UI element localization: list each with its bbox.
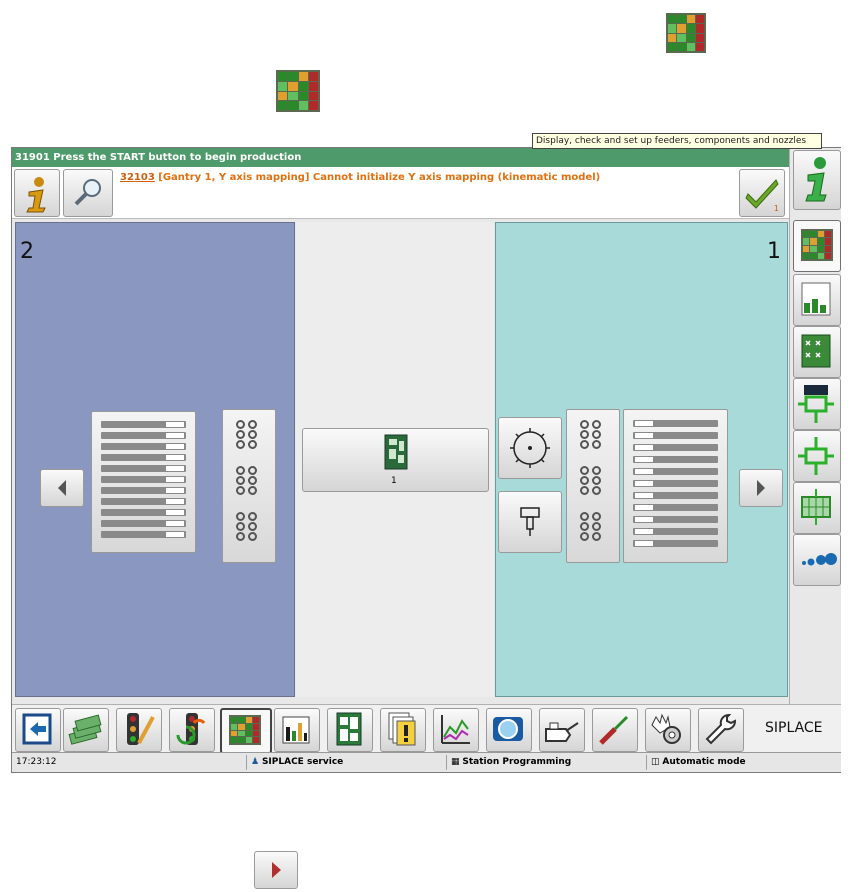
wrench-icon (705, 714, 736, 745)
scroll-left-button[interactable] (40, 469, 84, 507)
ack-count: 1 (773, 204, 779, 213)
sidebar-component-check-button[interactable] (793, 326, 841, 378)
statistics-button[interactable] (274, 708, 320, 752)
feeder-grid-icon-doc-top (666, 13, 706, 53)
sidebar-dots-button[interactable] (793, 534, 841, 586)
sidebar-info-button[interactable] (793, 150, 841, 210)
soldering-tool-icon (599, 715, 629, 745)
traffic-light-cycle-button[interactable] (169, 708, 215, 752)
trend-chart-icon (441, 715, 470, 744)
arrow-right-doc-icon (254, 851, 298, 889)
bar-stats-icon (282, 716, 310, 744)
tooltip: Display, check and set up feeders, compo… (532, 133, 822, 149)
scroll-right-button[interactable] (739, 469, 783, 507)
clock-time: 17:23:12 (16, 757, 57, 767)
component-place-icon (798, 385, 834, 423)
feeder-grid-icon (801, 229, 833, 261)
arrow-left-icon (58, 480, 66, 496)
circuit-board-icon (384, 434, 408, 470)
info-icon (26, 177, 46, 213)
message-code-link[interactable]: 32103 (120, 172, 155, 183)
panel-number: 2 (20, 239, 34, 264)
board-view-button[interactable] (327, 708, 373, 752)
sidebar-component-place-button[interactable] (793, 378, 841, 430)
mode-icon: ◫ (651, 757, 660, 767)
dots-icon (802, 553, 837, 566)
camera-button[interactable] (486, 708, 532, 752)
revolver-head-icon (510, 428, 550, 468)
feeder-table-right[interactable] (623, 409, 728, 563)
oil-can-button[interactable] (539, 708, 585, 752)
footer-status-bar: 17:23:12 ♟ SIPLACE service ▦ Station Pro… (12, 752, 841, 772)
magnifier-icon (74, 179, 101, 206)
nozzle-icon (520, 507, 540, 536)
feeder-grid-button[interactable] (220, 708, 272, 754)
manual-settings-button[interactable] (645, 708, 691, 752)
info-button[interactable] (14, 169, 60, 217)
traffic-light-pencil-icon (127, 713, 155, 745)
mode-field: ◫ Automatic mode (646, 755, 841, 770)
location-name: Station Programming (462, 757, 572, 767)
station-panel-1: 1 (495, 222, 788, 697)
location-field: ▦ Station Programming (446, 755, 647, 770)
user-field: ♟ SIPLACE service (246, 755, 447, 770)
feeder-grid-icon (229, 715, 261, 745)
exit-arrow-icon (22, 713, 52, 745)
arrow-right-icon (272, 862, 281, 878)
conveyor-area: 1 (296, 222, 494, 697)
traffic-light-button[interactable] (116, 708, 162, 752)
brand-label: SIPLACE (765, 720, 823, 736)
component-check-icon (801, 334, 831, 368)
board-layout-icon (336, 712, 362, 746)
component-edit-icon (798, 437, 834, 475)
sidebar-feeder-setup-button[interactable] (793, 220, 841, 272)
nozzle-button[interactable] (498, 491, 562, 553)
sidebar-board-button[interactable] (793, 482, 841, 534)
head-button[interactable] (498, 417, 562, 479)
soldering-button[interactable] (592, 708, 638, 752)
bottom-toolbar: SIPLACE (12, 704, 841, 754)
user-name: SIPLACE service (261, 757, 344, 767)
panel-number: 1 (767, 239, 781, 264)
mode-name: Automatic mode (662, 757, 746, 767)
arrow-right-icon (757, 480, 765, 496)
trend-chart-button[interactable] (433, 708, 479, 752)
acknowledge-button[interactable]: 1 (739, 169, 785, 217)
building-icon: ▦ (451, 757, 460, 767)
nozzle-changer-left[interactable] (222, 409, 276, 563)
service-tools-button[interactable] (698, 708, 744, 752)
search-button[interactable] (63, 169, 113, 217)
siplace-window: 31901 Press the START button to begin pr… (11, 147, 841, 773)
camera-icon (493, 717, 523, 741)
board-grid-icon (801, 489, 831, 525)
money-stack-icon (68, 714, 102, 745)
message-area: 32103 [Gantry 1, Y axis mapping] Cannot … (12, 167, 789, 219)
right-sidebar (789, 148, 841, 704)
nozzle-changer-right[interactable] (566, 409, 620, 563)
board-button[interactable]: 1 (302, 428, 489, 492)
station-panel-2: 2 (15, 222, 295, 697)
info-green-icon (805, 157, 827, 202)
message-text: 32103 [Gantry 1, Y axis mapping] Cannot … (120, 172, 740, 183)
warning-list-button[interactable] (380, 708, 426, 752)
sidebar-component-edit-button[interactable] (793, 430, 841, 482)
feeder-table-left[interactable] (91, 411, 196, 553)
hand-gear-icon (651, 713, 681, 744)
oil-can-icon (545, 722, 579, 742)
feeder-grid-icon-doc-second (276, 70, 320, 112)
exit-button[interactable] (15, 708, 61, 752)
board-count: 1 (391, 476, 397, 486)
warning-docs-icon (388, 712, 416, 746)
sidebar-feeder-list-button[interactable] (793, 274, 841, 326)
feeder-list-icon (801, 282, 831, 316)
money-button[interactable] (63, 708, 109, 752)
traffic-light-refresh-icon (176, 713, 206, 745)
message-body: [Gantry 1, Y axis mapping] Cannot initia… (158, 172, 601, 183)
status-message-bar: 31901 Press the START button to begin pr… (12, 148, 789, 167)
user-icon: ♟ (251, 757, 260, 767)
